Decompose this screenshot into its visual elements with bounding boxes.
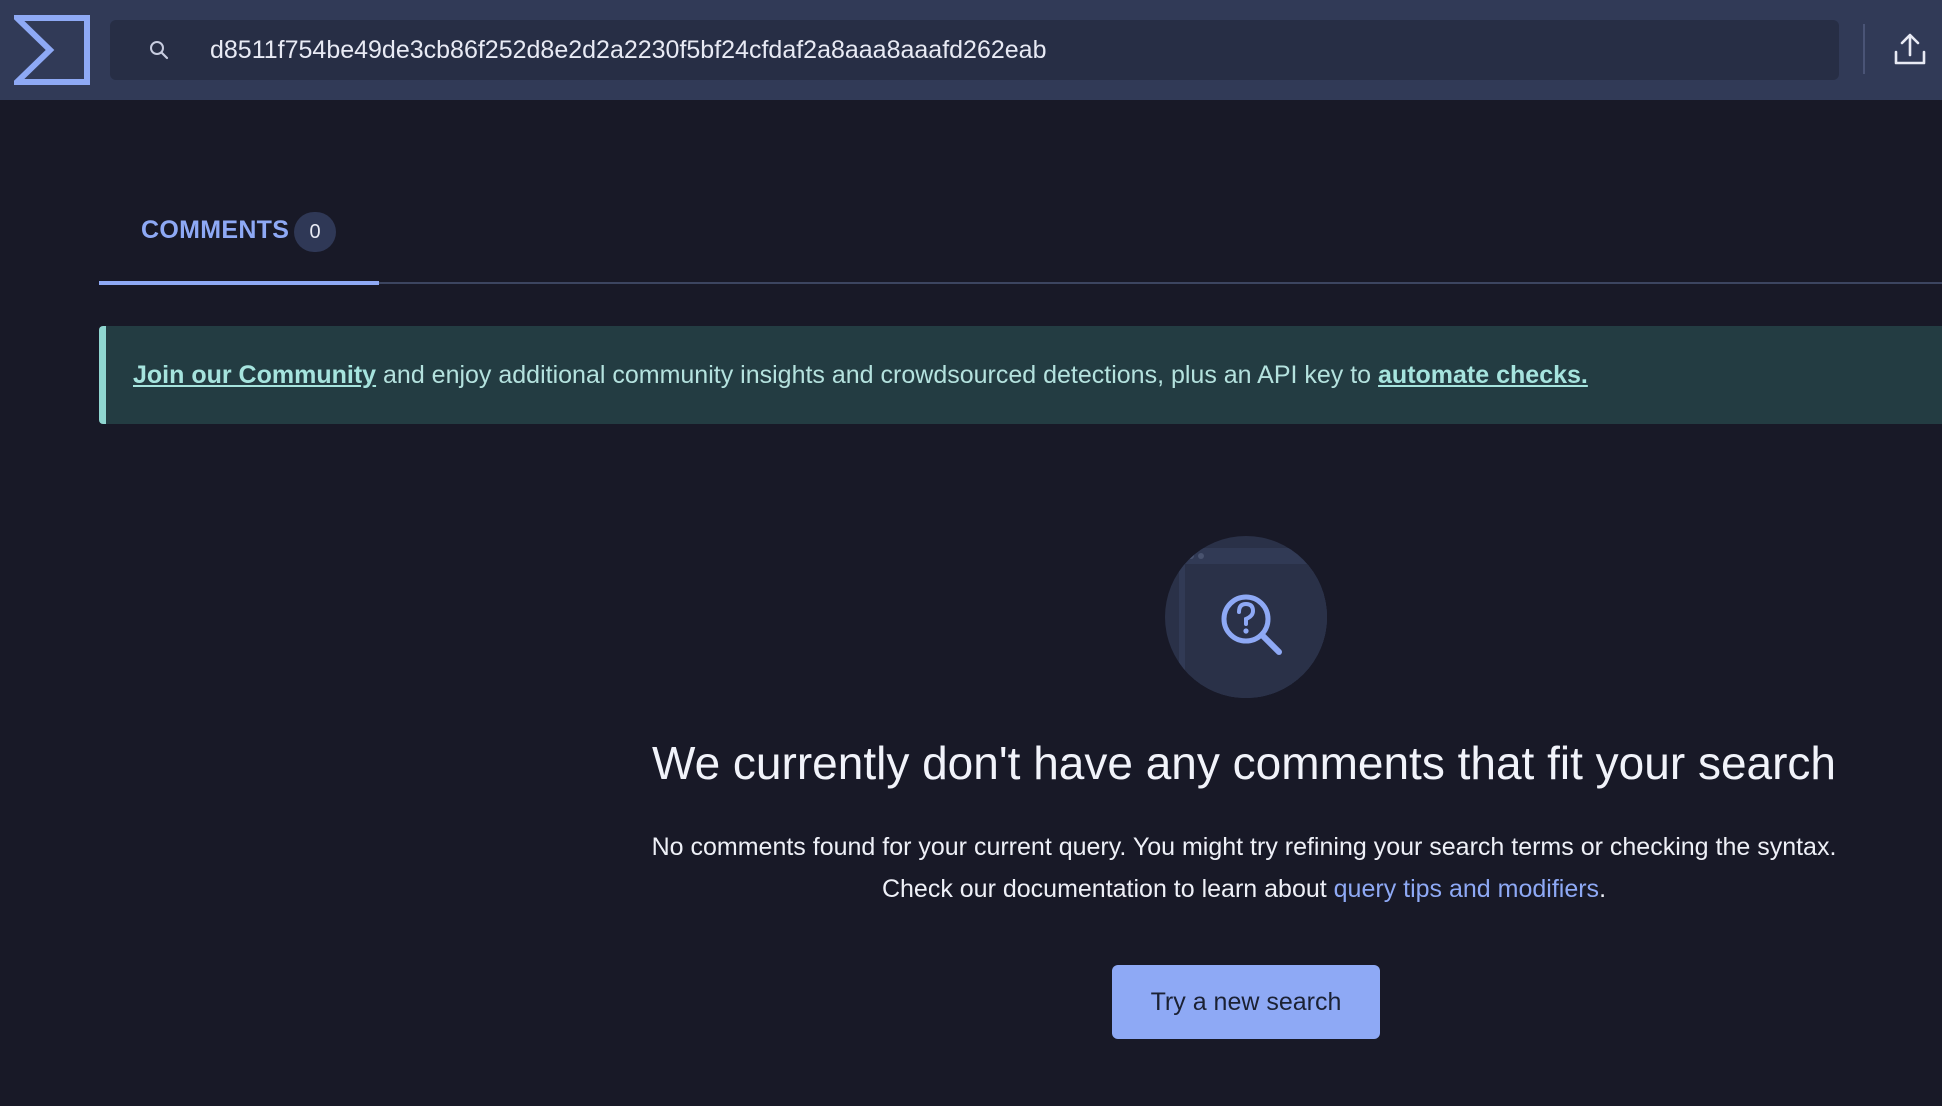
empty-state-line-2-prefix: Check our documentation to learn about xyxy=(881,875,1334,903)
banner-middle-text: and enjoy additional community insights … xyxy=(376,361,1379,389)
empty-state-line-1: No comments found for your current query… xyxy=(651,833,1837,861)
upload-icon[interactable] xyxy=(1890,30,1930,70)
empty-state-line-2-suffix: . xyxy=(1599,875,1607,903)
automate-checks-link[interactable]: automate checks. xyxy=(1378,361,1588,389)
search-icon xyxy=(150,41,169,60)
empty-state-description: No comments found for your current query… xyxy=(560,826,1928,910)
comments-count-badge: 0 xyxy=(294,212,336,252)
toolbar-divider xyxy=(1863,24,1865,74)
query-tips-link[interactable]: query tips and modifiers xyxy=(1334,875,1599,903)
join-community-link[interactable]: Join our Community xyxy=(133,361,376,389)
community-banner: Join our Community and enjoy additional … xyxy=(99,326,1942,424)
search-question-icon xyxy=(1165,536,1327,698)
tab-bar: COMMENTS 0 xyxy=(99,210,1942,285)
search-input[interactable] xyxy=(210,20,1810,80)
banner-message: Join our Community and enjoy additional … xyxy=(133,326,1588,424)
active-tab-indicator xyxy=(99,281,379,285)
empty-state-line-2: Check our documentation to learn about q… xyxy=(560,868,1928,910)
search-bar[interactable] xyxy=(110,20,1839,80)
tab-comments-label: COMMENTS xyxy=(141,216,290,244)
top-bar xyxy=(0,0,1942,100)
try-new-search-button[interactable]: Try a new search xyxy=(1112,965,1380,1039)
sigma-logo-icon[interactable] xyxy=(14,15,90,85)
empty-state-title: We currently don't have any comments tha… xyxy=(651,737,1837,789)
tab-comments[interactable]: COMMENTS 0 xyxy=(99,210,379,285)
